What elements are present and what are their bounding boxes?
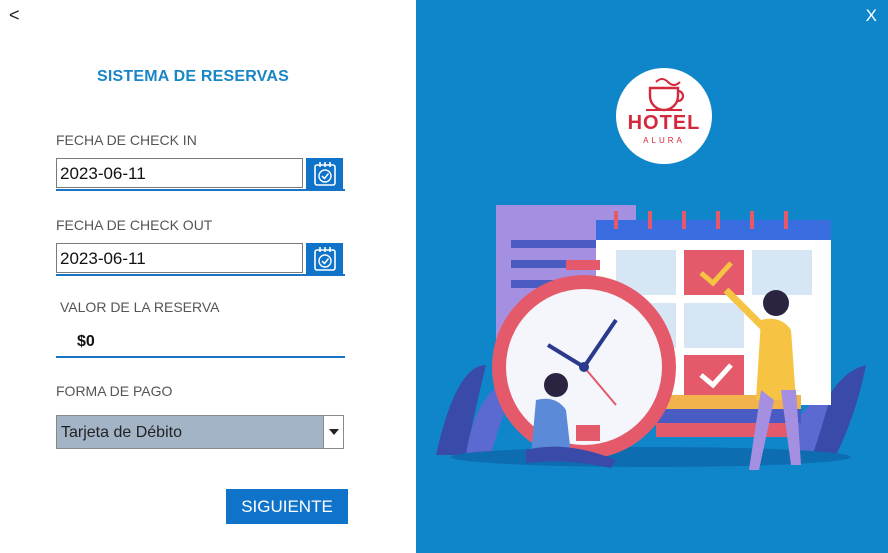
checkout-underline	[56, 274, 345, 276]
hotel-logo: HOTEL ALURA	[616, 68, 712, 164]
checkin-underline	[56, 189, 345, 191]
reservation-form-panel: < SISTEMA DE RESERVAS FECHA DE CHECK IN …	[0, 0, 416, 553]
checkout-calendar-button[interactable]	[306, 243, 343, 275]
payment-method-label: FORMA DE PAGO	[56, 383, 173, 399]
checkin-label: FECHA DE CHECK IN	[56, 132, 197, 148]
payment-method-select[interactable]: Tarjeta de Débito	[56, 415, 344, 449]
page-title: SISTEMA DE RESERVAS	[97, 68, 289, 85]
reservation-value-underline	[56, 356, 345, 358]
checkout-date-field[interactable]: 2023-06-11	[56, 243, 303, 273]
reservation-value: $0	[77, 333, 95, 350]
checkin-calendar-button[interactable]	[306, 158, 343, 190]
checkin-date-field[interactable]: 2023-06-11	[56, 158, 303, 188]
chevron-down-icon[interactable]	[323, 416, 343, 448]
next-button[interactable]: SIGUIENTE	[226, 489, 348, 524]
reservation-value-label: VALOR DE LA RESERVA	[60, 299, 220, 315]
payment-method-selected: Tarjeta de Débito	[61, 424, 182, 441]
logo-text-hotel: HOTEL	[627, 112, 701, 134]
calendar-check-icon	[313, 162, 336, 186]
calendar-check-icon	[313, 247, 336, 271]
logo-text-alura: ALURA	[643, 136, 685, 145]
illustration-panel: X HOTEL ALURA	[416, 0, 888, 553]
booking-illustration	[436, 205, 866, 470]
close-button[interactable]: X	[866, 6, 877, 26]
checkout-label: FECHA DE CHECK OUT	[56, 217, 213, 233]
back-button[interactable]: <	[9, 5, 20, 26]
